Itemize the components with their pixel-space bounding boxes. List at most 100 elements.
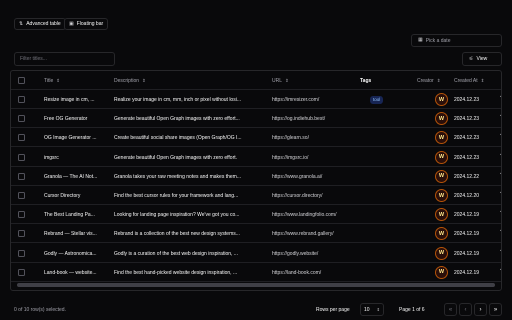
- row-created-at: 2024.12.19: [454, 250, 480, 257]
- sort-icon: ⇕: [142, 78, 146, 83]
- row-url[interactable]: https://www.landingfolio.com/: [272, 212, 357, 218]
- row-checkbox[interactable]: [18, 172, 25, 180]
- more-horizontal-icon[interactable]: ···: [500, 132, 501, 139]
- sort-icon: ⇕: [285, 78, 289, 83]
- row-url[interactable]: https://godly.website/: [272, 251, 357, 257]
- more-horizontal-icon[interactable]: ···: [500, 228, 501, 235]
- table-header: Title ⇕ Description ⇕ URL ⇕ Tags Creator ⇕ C…: [11, 71, 501, 90]
- row-description: Granola takes your raw meeting notes and…: [114, 173, 242, 180]
- table-row[interactable]: imgsrc Generate beautiful Open Graph imag…: [11, 148, 501, 167]
- row-checkbox[interactable]: [18, 115, 25, 123]
- date-picker-label: Pick a date: [425, 37, 451, 44]
- filter-titles-input[interactable]: [14, 52, 115, 66]
- horizontal-scrollbar[interactable]: [17, 283, 495, 287]
- row-created-at: 2024.12.23: [454, 116, 480, 123]
- avatar: W: [435, 246, 448, 260]
- row-created-at: 2024.12.19: [454, 231, 480, 238]
- advanced-table-button[interactable]: ⇅ Advanced table: [14, 18, 66, 30]
- row-url[interactable]: https://www.granola.ai/: [272, 174, 357, 180]
- table-row[interactable]: Free OG Generator Generate beautiful Open…: [11, 109, 501, 129]
- table-row[interactable]: Resize image in cm, ... Realize your imag…: [11, 90, 501, 109]
- rows-per-page-label: Rows per page: [316, 307, 350, 313]
- more-horizontal-icon[interactable]: ···: [500, 113, 501, 120]
- table-row[interactable]: Cursor Directory Find the best cursor rul…: [11, 186, 501, 205]
- more-horizontal-icon[interactable]: ···: [500, 267, 501, 274]
- row-description: Generate beautiful Open Graph images wit…: [114, 116, 240, 123]
- row-created-at: 2024.12.23: [454, 154, 480, 161]
- column-header-created-at[interactable]: Created At ⇕: [454, 78, 484, 84]
- rows-per-page-select[interactable]: 10 ⇕: [360, 303, 384, 316]
- sort-icon: ⇕: [436, 78, 441, 83]
- more-horizontal-icon[interactable]: ···: [500, 209, 501, 216]
- column-header-description[interactable]: Description ⇕: [114, 78, 146, 84]
- last-page-button[interactable]: »: [489, 303, 502, 316]
- table-row[interactable]: OG Image Generator ... Create beautiful s…: [11, 128, 501, 148]
- row-title: Free OG Generator: [44, 116, 88, 123]
- avatar: W: [435, 93, 448, 106]
- row-title: The Best Landing Pa...: [44, 212, 95, 219]
- first-page-button[interactable]: «: [444, 303, 457, 316]
- row-title: OG Image Generator ...: [44, 135, 97, 142]
- column-header-url[interactable]: URL ⇕: [272, 78, 289, 84]
- chevrons-up-down-icon: ⇕: [376, 306, 380, 312]
- row-description: Rebrand is a collection of the best new …: [114, 231, 240, 238]
- row-created-at: 2024.12.23: [454, 97, 480, 103]
- row-created-at: 2024.12.19: [454, 269, 480, 276]
- table-row[interactable]: Granola — The AI Not... Granola takes you…: [11, 167, 501, 186]
- row-url[interactable]: https://og.indiehub.best/: [272, 116, 357, 122]
- row-created-at: 2024.12.22: [454, 173, 480, 180]
- row-title: Granola — The AI Not...: [44, 173, 98, 180]
- calendar-icon: ▦: [418, 37, 423, 43]
- row-checkbox[interactable]: [18, 230, 25, 238]
- row-url[interactable]: https://cursor.directory/: [272, 193, 357, 199]
- more-horizontal-icon[interactable]: ···: [500, 171, 501, 178]
- row-description: Find the best cursor rules for your fram…: [114, 193, 239, 199]
- more-horizontal-icon[interactable]: ···: [500, 248, 501, 255]
- more-horizontal-icon[interactable]: ···: [500, 190, 501, 197]
- avatar: W: [435, 150, 448, 164]
- row-checkbox[interactable]: [18, 268, 25, 276]
- sort-icon: ⇕: [480, 78, 485, 83]
- data-table: Title ⇕ Description ⇕ URL ⇕ Tags Creator ⇕ C…: [10, 70, 502, 291]
- row-url[interactable]: https://land-book.com/: [272, 270, 357, 276]
- row-checkbox[interactable]: [18, 96, 25, 103]
- table-row[interactable]: Godly — Astronomica... Godly is a curatio…: [11, 244, 501, 263]
- row-description: Find the best hand-picked website design…: [114, 269, 238, 276]
- advanced-table-label: Advanced table: [26, 21, 61, 27]
- select-all-checkbox[interactable]: [18, 77, 25, 84]
- avatar: W: [435, 208, 448, 222]
- avatar: W: [435, 265, 448, 279]
- row-title: Land-book — website...: [44, 269, 97, 276]
- column-header-title[interactable]: Title ⇕: [44, 78, 60, 84]
- more-horizontal-icon[interactable]: ···: [500, 152, 501, 159]
- floating-bar-button[interactable]: ▣ Floating bar: [64, 18, 109, 30]
- row-url[interactable]: https://www.rebrand.gallery/: [272, 231, 357, 237]
- table-row[interactable]: Land-book — website... Find the best hand…: [11, 263, 501, 282]
- view-button[interactable]: ⚟ View: [462, 52, 502, 66]
- next-page-button[interactable]: ›: [474, 303, 487, 316]
- table-row[interactable]: Rebrand — Stellar vis... Rebrand is a col…: [11, 224, 501, 244]
- row-checkbox[interactable]: [18, 211, 25, 219]
- chevrons-left-icon: «: [448, 306, 453, 313]
- column-header-tags: Tags: [360, 78, 372, 84]
- table-row[interactable]: The Best Landing Pa... Looking for landin…: [11, 205, 501, 225]
- sliders-icon: ⚟: [469, 55, 474, 62]
- chevrons-right-icon: »: [493, 306, 498, 313]
- row-checkbox[interactable]: [18, 134, 25, 142]
- previous-page-button[interactable]: ‹: [459, 303, 472, 316]
- sort-icon: ⇕: [56, 78, 61, 83]
- row-checkbox[interactable]: [18, 153, 25, 161]
- row-title: Resize image in cm, ...: [44, 97, 95, 103]
- table-icon: ⇅: [19, 20, 24, 27]
- row-url[interactable]: https://imgsrc.io/: [272, 155, 357, 161]
- row-description: Create beautiful social share images (Op…: [114, 135, 242, 142]
- row-checkbox[interactable]: [18, 249, 25, 257]
- more-horizontal-icon[interactable]: ···: [500, 94, 501, 101]
- date-picker-button[interactable]: ▦ Pick a date: [411, 34, 502, 47]
- row-checkbox[interactable]: [18, 192, 25, 199]
- avatar: W: [435, 131, 448, 145]
- row-url[interactable]: https://imresizer.com/: [272, 97, 357, 103]
- selection-status: 0 of 10 row(s) selected.: [14, 307, 66, 313]
- row-url[interactable]: https://glearn.so/: [272, 135, 357, 141]
- column-header-creator[interactable]: Creator ⇕: [417, 78, 440, 84]
